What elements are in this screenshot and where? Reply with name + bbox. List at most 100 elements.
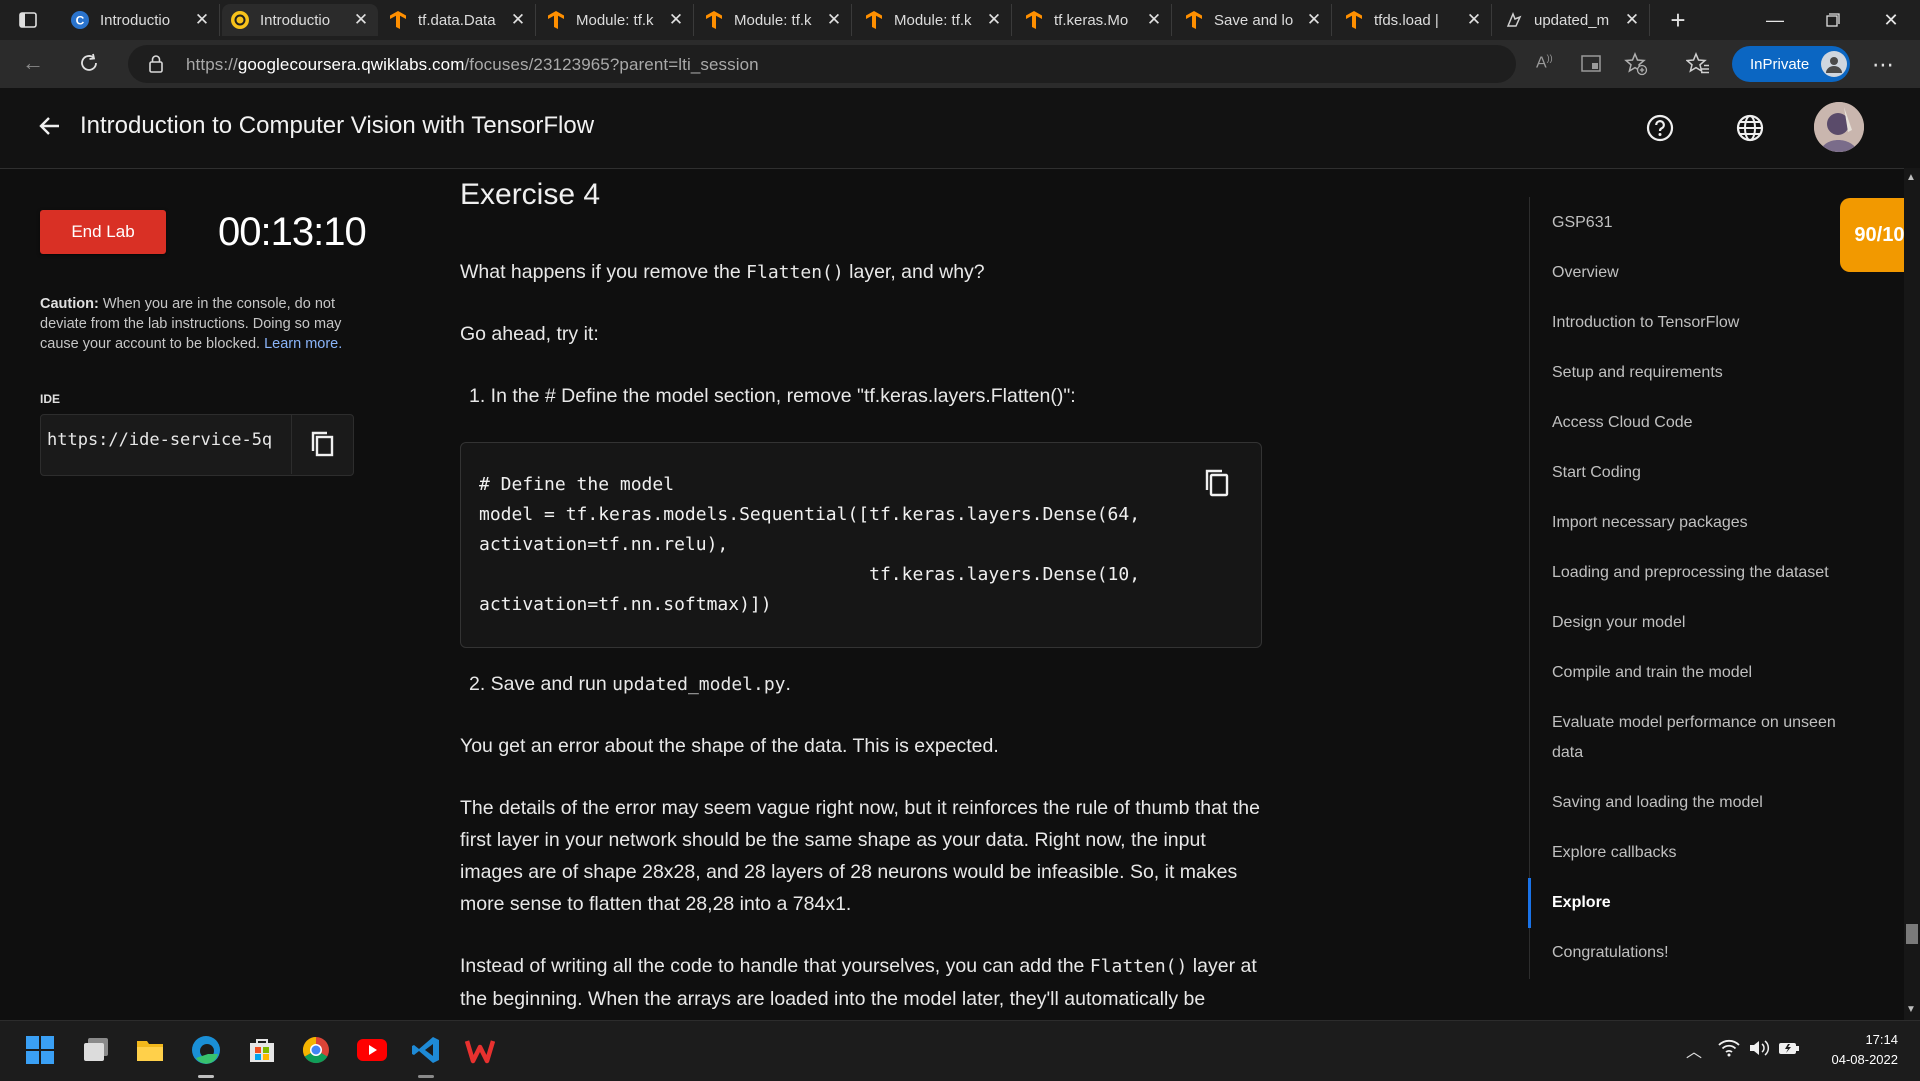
file-explorer-icon[interactable] bbox=[134, 1034, 166, 1066]
tab-label: Introductio bbox=[100, 11, 171, 29]
toc-item-gsp631[interactable]: GSP631 bbox=[1552, 208, 1862, 238]
end-lab-button[interactable]: End Lab bbox=[40, 210, 166, 254]
url-text[interactable]: https://googlecoursera.qwiklabs.com/focu… bbox=[186, 55, 759, 75]
user-avatar[interactable] bbox=[1814, 102, 1864, 152]
wps-office-icon[interactable] bbox=[464, 1034, 496, 1066]
lock-icon[interactable] bbox=[148, 54, 164, 79]
inline-code: updated_model.py bbox=[612, 674, 786, 695]
windows-taskbar bbox=[0, 1020, 1920, 1081]
ide-url-text[interactable]: https://ide-service-5qd bbox=[47, 430, 272, 450]
tensorflow-icon bbox=[388, 10, 408, 30]
microsoft-store-icon[interactable] bbox=[246, 1034, 278, 1066]
more-options-icon[interactable]: ⋯ bbox=[1872, 52, 1895, 78]
close-tab-icon[interactable]: ✕ bbox=[1305, 10, 1323, 30]
toc-item-design-model[interactable]: Design your model bbox=[1552, 608, 1862, 638]
toc-item-compile-train[interactable]: Compile and train the model bbox=[1552, 658, 1862, 688]
toc-item-loading-dataset[interactable]: Loading and preprocessing the dataset bbox=[1552, 558, 1862, 588]
close-tab-icon[interactable]: ✕ bbox=[825, 10, 843, 30]
close-tab-icon[interactable]: ✕ bbox=[1623, 10, 1641, 30]
toc-item-overview[interactable]: Overview bbox=[1552, 258, 1862, 288]
svg-text:C: C bbox=[76, 14, 85, 28]
exercise-heading: Exercise 4 bbox=[460, 178, 601, 211]
copy-ide-url-icon[interactable] bbox=[291, 414, 353, 474]
browser-tab[interactable]: Module: tf.k ✕ bbox=[696, 4, 852, 36]
caution-note: Caution: When you are in the console, do… bbox=[40, 294, 356, 354]
page-title: Introduction to Computer Vision with Ten… bbox=[80, 112, 595, 139]
language-globe-icon[interactable] bbox=[1736, 114, 1764, 147]
browser-tab-bar: C Introductio ✕ Introductio ✕ tf.data.Da… bbox=[0, 0, 1920, 40]
browser-tab[interactable]: tf.keras.Mo ✕ bbox=[1016, 4, 1172, 36]
inprivate-button[interactable]: InPrivate bbox=[1732, 46, 1850, 82]
minimize-icon[interactable]: — bbox=[1746, 0, 1804, 40]
browser-tab[interactable]: Save and lo ✕ bbox=[1176, 4, 1332, 36]
close-tab-icon[interactable]: ✕ bbox=[193, 10, 211, 30]
browser-tab[interactable]: C Introductio ✕ bbox=[62, 4, 220, 36]
browser-tab[interactable]: updated_m ✕ bbox=[1496, 4, 1650, 36]
windows-start-icon[interactable] bbox=[24, 1034, 56, 1066]
scroll-down-icon[interactable]: ▼ bbox=[1906, 1004, 1916, 1015]
close-tab-icon[interactable]: ✕ bbox=[509, 10, 527, 30]
copy-code-icon[interactable] bbox=[1204, 468, 1230, 503]
toc-item-saving-loading[interactable]: Saving and loading the model bbox=[1552, 788, 1862, 818]
browser-tab-active[interactable]: Introductio ✕ bbox=[222, 4, 378, 36]
step-2-text: 2. Save and run updated_model.py. bbox=[469, 668, 791, 701]
close-tab-icon[interactable]: ✕ bbox=[985, 10, 1003, 30]
toc-item-congratulations[interactable]: Congratulations! bbox=[1552, 938, 1862, 968]
close-tab-icon[interactable]: ✕ bbox=[352, 10, 370, 30]
battery-icon[interactable] bbox=[1778, 1040, 1800, 1061]
inline-code: Flatten() bbox=[1089, 956, 1188, 977]
add-favorite-icon[interactable] bbox=[1624, 52, 1648, 81]
browser-tab[interactable]: tf.data.Data ✕ bbox=[380, 4, 536, 36]
close-tab-icon[interactable]: ✕ bbox=[1145, 10, 1163, 30]
favorites-icon[interactable] bbox=[1685, 52, 1710, 81]
close-tab-icon[interactable]: ✕ bbox=[1465, 10, 1483, 30]
show-hidden-icons-icon[interactable]: ︿ bbox=[1686, 1038, 1702, 1062]
scroll-up-icon[interactable]: ▲ bbox=[1906, 172, 1916, 183]
help-icon[interactable] bbox=[1646, 114, 1674, 147]
toc-item-access-cloud-code[interactable]: Access Cloud Code bbox=[1552, 408, 1862, 438]
wifi-icon[interactable] bbox=[1718, 1039, 1740, 1062]
browser-tab[interactable]: Module: tf.k ✕ bbox=[538, 4, 694, 36]
toc-item-introduction[interactable]: Introduction to TensorFlow bbox=[1552, 308, 1862, 338]
back-icon[interactable]: ← bbox=[22, 50, 44, 76]
close-tab-icon[interactable]: ✕ bbox=[667, 10, 685, 30]
question-text-post: layer, and why? bbox=[843, 261, 985, 283]
page-scrollbar[interactable] bbox=[1904, 168, 1920, 1020]
youtube-icon[interactable] bbox=[356, 1034, 388, 1066]
running-app-indicator bbox=[418, 1075, 434, 1078]
browser-tab[interactable]: tfds.load | ✕ bbox=[1336, 4, 1492, 36]
clock-time: 17:14 bbox=[1865, 1032, 1898, 1047]
toc-item-explore[interactable]: Explore bbox=[1552, 888, 1862, 918]
toc-item-explore-callbacks[interactable]: Explore callbacks bbox=[1552, 838, 1862, 868]
step-1-text: 1. In the # Define the model section, re… bbox=[469, 385, 1076, 407]
tab-label: Introductio bbox=[260, 11, 331, 29]
scrollbar-thumb[interactable] bbox=[1906, 924, 1918, 944]
restore-icon[interactable] bbox=[1804, 0, 1862, 40]
chrome-icon[interactable] bbox=[300, 1034, 332, 1066]
toc-item-setup[interactable]: Setup and requirements bbox=[1552, 358, 1862, 388]
code-text[interactable]: # Define the model model = tf.keras.mode… bbox=[479, 470, 1140, 620]
vscode-icon[interactable] bbox=[410, 1034, 442, 1066]
immersive-reader-icon[interactable] bbox=[1580, 53, 1602, 80]
tab-label: tf.data.Data bbox=[418, 11, 496, 29]
task-view-icon[interactable] bbox=[80, 1034, 112, 1066]
system-clock[interactable]: 17:14 04-08-2022 bbox=[1808, 1030, 1899, 1070]
read-aloud-icon[interactable]: A)) bbox=[1536, 53, 1553, 72]
toc-item-evaluate[interactable]: Evaluate model performance on unseen dat… bbox=[1552, 708, 1862, 768]
tab-label: Module: tf.k bbox=[894, 11, 972, 29]
refresh-icon[interactable] bbox=[78, 52, 100, 79]
learn-more-link[interactable]: Learn more. bbox=[264, 336, 342, 352]
toc-item-import-packages[interactable]: Import necessary packages bbox=[1552, 508, 1862, 538]
tensorflow-icon bbox=[864, 10, 884, 30]
tab-actions-icon[interactable] bbox=[16, 8, 40, 32]
edge-browser-icon[interactable] bbox=[190, 1034, 222, 1066]
volume-icon[interactable] bbox=[1748, 1039, 1770, 1062]
toc-item-start-coding[interactable]: Start Coding bbox=[1552, 458, 1862, 488]
caution-bold: Caution: bbox=[40, 296, 99, 312]
back-arrow-icon[interactable] bbox=[38, 114, 62, 143]
active-app-indicator bbox=[198, 1075, 214, 1078]
new-tab-icon[interactable]: + bbox=[1664, 5, 1692, 35]
close-window-icon[interactable]: ✕ bbox=[1862, 0, 1920, 40]
browser-tab[interactable]: Module: tf.k ✕ bbox=[856, 4, 1012, 36]
file-icon bbox=[1504, 10, 1524, 30]
